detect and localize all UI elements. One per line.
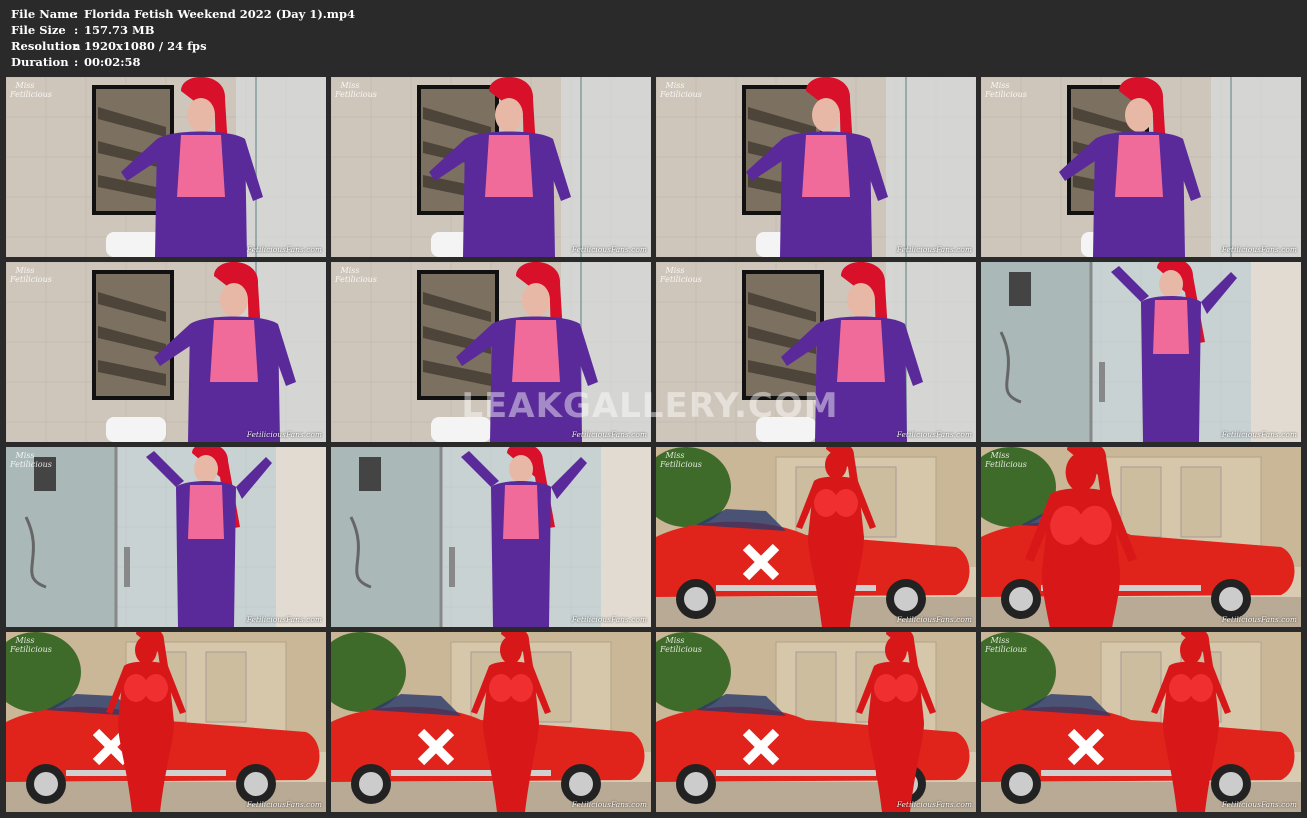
- thumbnail-frame-image: [6, 632, 326, 812]
- site-credit: FetiliciousFans.com: [896, 430, 972, 439]
- thumbnail-frame-image: [331, 262, 651, 442]
- site-credit: FetiliciousFans.com: [571, 245, 647, 254]
- thumbnail-frame-image: [331, 77, 651, 257]
- file-name-row: File Name : Florida Fetish Weekend 2022 …: [11, 6, 355, 22]
- thumbnail-frame-image: [6, 77, 326, 257]
- thumbnail-grid: Miss Fetilicious FetiliciousFans.com Miss…: [6, 77, 1301, 812]
- video-thumbnail[interactable]: Miss Fetilicious FetiliciousFans.com: [981, 77, 1301, 257]
- studio-logo: Miss Fetilicious: [660, 266, 702, 284]
- resolution-label: Resolution: [11, 39, 81, 53]
- thumbnail-frame-image: [981, 447, 1301, 627]
- site-credit: FetiliciousFans.com: [246, 615, 322, 624]
- thumbnail-frame-image: [656, 262, 976, 442]
- thumbnail-frame-image: [656, 632, 976, 812]
- studio-logo: Miss Fetilicious: [985, 636, 1027, 654]
- site-credit: FetiliciousFans.com: [246, 430, 322, 439]
- separator: :: [74, 23, 79, 37]
- video-thumbnail[interactable]: Miss Fetilicious FetiliciousFans.com: [656, 632, 976, 812]
- video-thumbnail[interactable]: Miss Fetilicious FetiliciousFans.com: [6, 447, 326, 627]
- site-credit: FetiliciousFans.com: [896, 245, 972, 254]
- site-credit: FetiliciousFans.com: [896, 800, 972, 809]
- thumbnail-frame-image: [656, 77, 976, 257]
- video-thumbnail[interactable]: Miss Fetilicious FetiliciousFans.com: [331, 77, 651, 257]
- video-thumbnail[interactable]: FetiliciousFans.com: [331, 632, 651, 812]
- video-thumbnail[interactable]: Miss Fetilicious FetiliciousFans.com: [656, 262, 976, 442]
- site-credit: FetiliciousFans.com: [246, 800, 322, 809]
- video-thumbnail[interactable]: Miss Fetilicious FetiliciousFans.com: [656, 447, 976, 627]
- thumbnail-frame-image: [331, 447, 651, 627]
- video-thumbnail[interactable]: FetiliciousFans.com: [981, 262, 1301, 442]
- studio-logo: Miss Fetilicious: [10, 81, 52, 99]
- thumbnail-frame-image: [981, 77, 1301, 257]
- studio-logo: Miss Fetilicious: [660, 81, 702, 99]
- site-credit: FetiliciousFans.com: [1221, 615, 1297, 624]
- video-thumbnail[interactable]: Miss Fetilicious FetiliciousFans.com: [981, 632, 1301, 812]
- duration-row: Duration : 00:02:58: [11, 54, 355, 70]
- duration-value: 00:02:58: [84, 55, 141, 69]
- separator: :: [74, 55, 79, 69]
- thumbnail-frame-image: [656, 447, 976, 627]
- site-credit: FetiliciousFans.com: [896, 615, 972, 624]
- site-credit: FetiliciousFans.com: [1221, 245, 1297, 254]
- file-size-label: File Size: [11, 23, 66, 37]
- studio-logo: Miss Fetilicious: [10, 451, 52, 469]
- file-size-row: File Size : 157.73 MB: [11, 22, 355, 38]
- studio-logo: Miss Fetilicious: [985, 451, 1027, 469]
- site-credit: FetiliciousFans.com: [571, 800, 647, 809]
- file-size-value: 157.73 MB: [84, 23, 155, 37]
- studio-logo: Miss Fetilicious: [985, 81, 1027, 99]
- video-thumbnail[interactable]: Miss Fetilicious FetiliciousFans.com: [6, 77, 326, 257]
- video-thumbnail[interactable]: Miss Fetilicious FetiliciousFans.com: [656, 77, 976, 257]
- file-info-panel: File Name : Florida Fetish Weekend 2022 …: [11, 6, 355, 70]
- thumbnail-frame-image: [6, 447, 326, 627]
- site-credit: FetiliciousFans.com: [571, 615, 647, 624]
- file-name-value: Florida Fetish Weekend 2022 (Day 1).mp4: [84, 7, 356, 21]
- studio-logo: Miss Fetilicious: [10, 266, 52, 284]
- separator: :: [74, 39, 79, 53]
- file-name-label: File Name: [11, 7, 77, 21]
- video-thumbnail[interactable]: Miss Fetilicious FetiliciousFans.com: [981, 447, 1301, 627]
- video-thumbnail[interactable]: Miss Fetilicious FetiliciousFans.com: [6, 632, 326, 812]
- studio-logo: Miss Fetilicious: [660, 451, 702, 469]
- site-credit: FetiliciousFans.com: [1221, 430, 1297, 439]
- resolution-row: Resolution : 1920x1080 / 24 fps: [11, 38, 355, 54]
- thumbnail-frame-image: [6, 262, 326, 442]
- studio-logo: Miss Fetilicious: [10, 636, 52, 654]
- studio-logo: Miss Fetilicious: [335, 266, 377, 284]
- site-credit: FetiliciousFans.com: [571, 430, 647, 439]
- studio-logo: Miss Fetilicious: [660, 636, 702, 654]
- thumbnail-frame-image: [981, 632, 1301, 812]
- video-thumbnail[interactable]: Miss Fetilicious FetiliciousFans.com: [6, 262, 326, 442]
- studio-logo: Miss Fetilicious: [335, 81, 377, 99]
- video-thumbnail[interactable]: Miss Fetilicious FetiliciousFans.com: [331, 262, 651, 442]
- separator: :: [74, 7, 79, 21]
- duration-label: Duration: [11, 55, 69, 69]
- thumbnail-frame-image: [981, 262, 1301, 442]
- thumbnail-frame-image: [331, 632, 651, 812]
- video-thumbnail[interactable]: FetiliciousFans.com: [331, 447, 651, 627]
- contact-sheet: File Name : Florida Fetish Weekend 2022 …: [0, 0, 1307, 818]
- site-credit: FetiliciousFans.com: [246, 245, 322, 254]
- site-credit: FetiliciousFans.com: [1221, 800, 1297, 809]
- resolution-value: 1920x1080 / 24 fps: [84, 39, 207, 53]
